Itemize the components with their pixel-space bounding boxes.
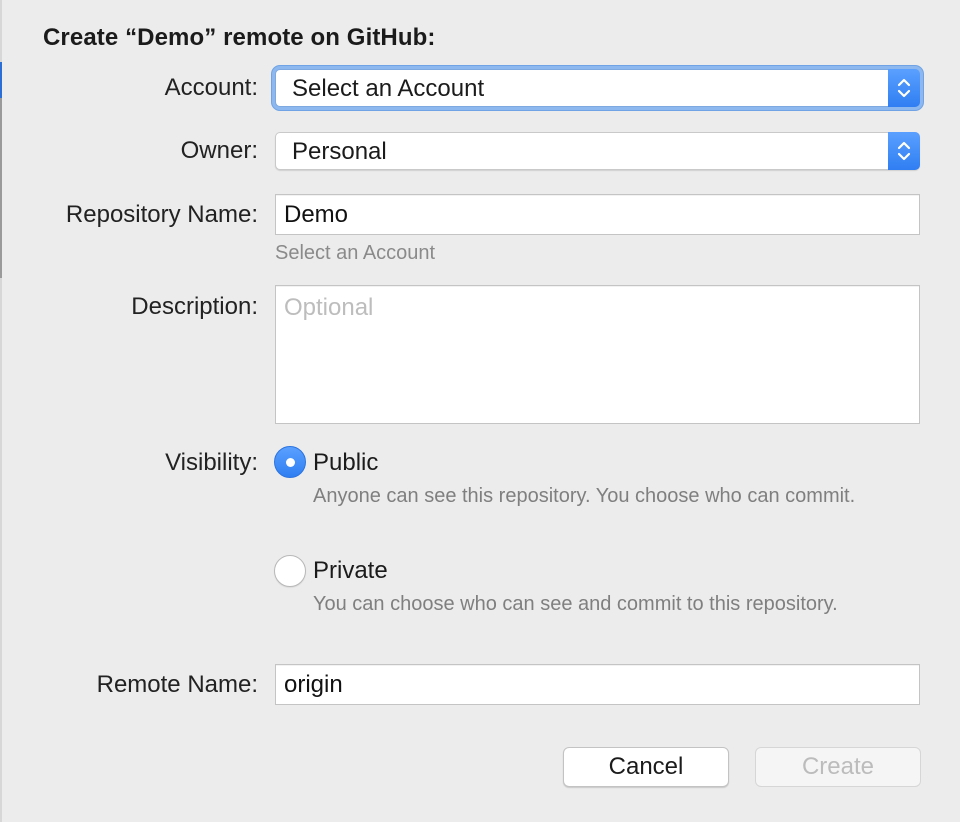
description-label: Description: (131, 293, 258, 320)
public-radio-label[interactable]: Public (313, 449, 378, 477)
private-radio-button[interactable] (274, 555, 306, 587)
radio-selected-dot (286, 458, 295, 467)
create-button[interactable]: Create (755, 747, 921, 787)
public-radio-description: Anyone can see this repository. You choo… (313, 485, 856, 507)
repository-name-hint: Select an Account (275, 242, 436, 264)
remote-name-label: Remote Name: (96, 671, 258, 698)
description-field[interactable]: Optional (275, 285, 920, 424)
owner-popup-value: Personal (292, 138, 387, 165)
private-radio-description: You can choose who can see and commit to… (313, 593, 838, 615)
account-chevron-up-down-icon (888, 69, 920, 107)
cancel-button[interactable]: Cancel (563, 747, 729, 787)
owner-popup[interactable]: Personal (275, 132, 920, 170)
description-placeholder: Optional (284, 294, 374, 321)
remote-name-value: origin (284, 671, 343, 698)
account-popup[interactable]: Select an Account (275, 69, 920, 107)
visibility-label: Visibility: (165, 449, 258, 476)
private-radio-label[interactable]: Private (313, 557, 388, 585)
repository-name-label: Repository Name: (65, 201, 258, 228)
owner-label: Owner: (180, 137, 258, 164)
public-radio-button[interactable] (274, 446, 306, 478)
dialog-title: Create “Demo” remote on GitHub: (43, 24, 436, 51)
repository-name-field[interactable]: Demo (275, 194, 920, 235)
left-edge-highlight (0, 62, 2, 98)
repository-name-value: Demo (284, 201, 349, 228)
account-label: Account: (164, 74, 258, 101)
remote-name-field[interactable]: origin (275, 664, 920, 705)
account-popup-value: Select an Account (292, 75, 485, 102)
left-edge-shadow (0, 98, 2, 278)
window-left-edge (0, 0, 2, 822)
owner-chevron-up-down-icon (888, 132, 920, 170)
